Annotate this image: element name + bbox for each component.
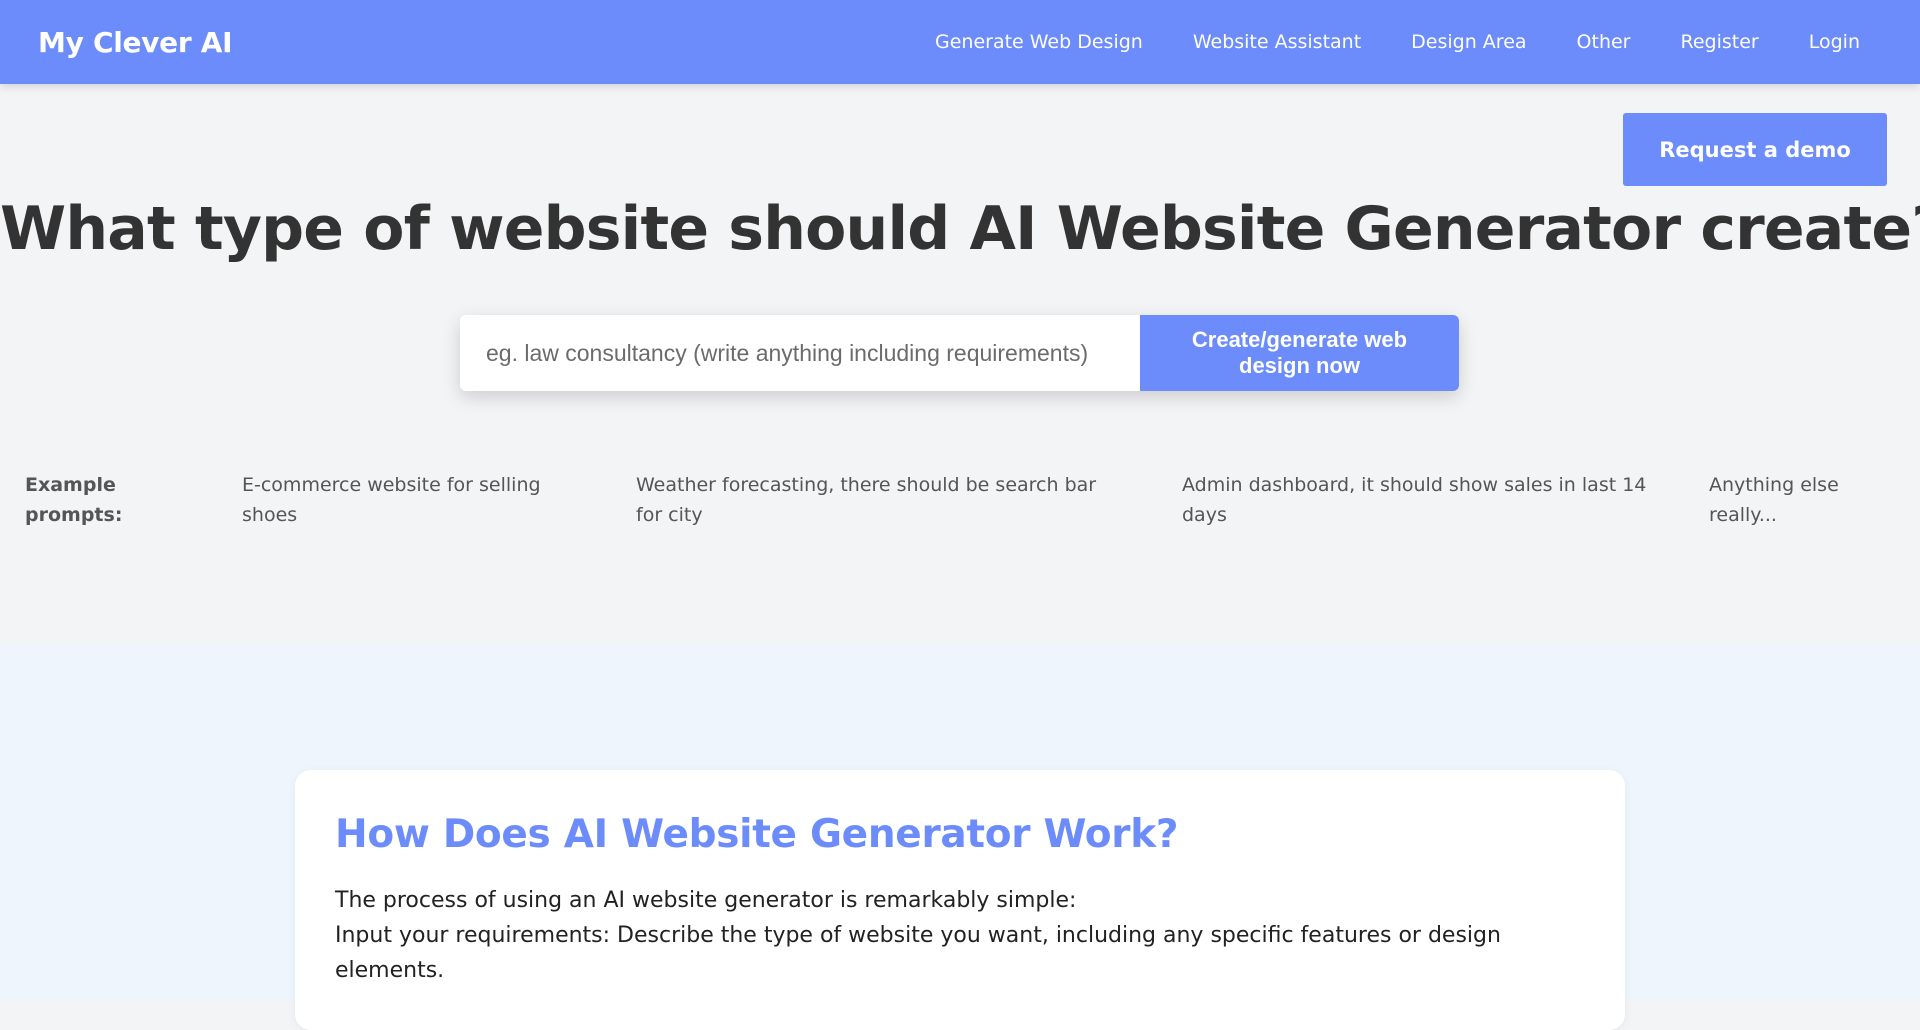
request-demo-button[interactable]: Request a demo — [1623, 113, 1887, 186]
generate-design-button[interactable]: Create/generate web design now — [1140, 315, 1459, 391]
nav-other[interactable]: Other — [1577, 31, 1631, 53]
how-it-works-title: How Does AI Website Generator Work? — [335, 812, 1179, 857]
hero-section: Request a demo What type of website shou… — [0, 84, 1920, 646]
example-prompt-anything[interactable]: Anything else really... — [1709, 470, 1889, 530]
example-prompts-label: Example prompts: — [25, 474, 123, 526]
how-it-works-section: How Does AI Website Generator Work? The … — [0, 646, 1920, 1030]
nav-design-area[interactable]: Design Area — [1411, 31, 1526, 53]
prompt-form: Create/generate web design now — [460, 315, 1459, 391]
nav-links: Generate Web Design Website Assistant De… — [935, 31, 1882, 53]
top-navbar: My Clever AI Generate Web Design Website… — [0, 0, 1920, 84]
hero-title: What type of website should AI Website G… — [0, 194, 1920, 264]
nav-register[interactable]: Register — [1681, 31, 1759, 53]
how-it-works-card: How Does AI Website Generator Work? The … — [295, 770, 1625, 1030]
nav-login[interactable]: Login — [1809, 31, 1860, 53]
brand-logo[interactable]: My Clever AI — [38, 26, 233, 59]
example-prompt-admin-dashboard[interactable]: Admin dashboard, it should show sales in… — [1182, 470, 1662, 530]
how-it-works-step-1: Input your requirements: Describe the ty… — [335, 923, 1501, 983]
website-prompt-input[interactable] — [460, 315, 1140, 391]
example-prompt-ecommerce[interactable]: E-commerce website for selling shoes — [242, 470, 582, 530]
nav-website-assistant[interactable]: Website Assistant — [1193, 31, 1361, 53]
nav-generate-web-design[interactable]: Generate Web Design — [935, 31, 1143, 53]
example-prompt-weather[interactable]: Weather forecasting, there should be sea… — [636, 470, 1116, 530]
how-it-works-intro: The process of using an AI website gener… — [335, 888, 1077, 913]
